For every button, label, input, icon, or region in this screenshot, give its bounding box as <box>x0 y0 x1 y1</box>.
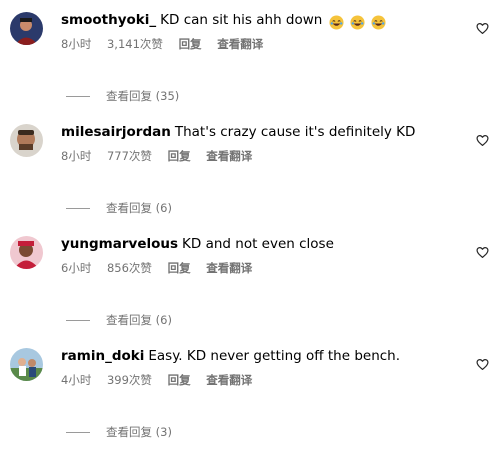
comment-text-line: yungmarvelous KD and not even close <box>61 234 334 254</box>
comment-item: ramin_doki Easy. KD never getting off the… <box>0 344 500 456</box>
view-replies-label: 查看回复 (35) <box>106 89 180 103</box>
translate-button[interactable]: 查看翻译 <box>206 261 252 275</box>
like-count[interactable]: 777次赞 <box>107 149 152 163</box>
comment-meta: 6小时 856次赞 回复 查看翻译 <box>61 260 264 276</box>
heart-icon[interactable] <box>476 358 489 371</box>
heart-icon[interactable] <box>476 22 489 35</box>
translate-button[interactable]: 查看翻译 <box>206 149 252 163</box>
view-replies-button[interactable]: 查看回复 (3) <box>66 424 172 440</box>
comment-body: KD can sit his ahh down <box>160 12 323 28</box>
username[interactable]: milesairjordan <box>61 124 171 140</box>
translate-button[interactable]: 查看翻译 <box>217 37 263 51</box>
username[interactable]: ramin_doki <box>61 348 144 364</box>
reply-button[interactable]: 回复 <box>179 37 202 51</box>
replies-divider <box>66 320 90 321</box>
emoji-group <box>329 12 389 32</box>
comment-text-line: milesairjordan That's crazy cause it's de… <box>61 122 415 142</box>
replies-divider <box>66 432 90 433</box>
comment-body: That's crazy cause it's definitely KD <box>174 124 416 140</box>
reply-button[interactable]: 回复 <box>168 373 191 387</box>
replies-divider <box>66 208 90 209</box>
comment-time: 4小时 <box>61 373 92 387</box>
comment-time: 6小时 <box>61 261 92 275</box>
comment-body: Easy. KD never getting off the bench. <box>148 348 401 364</box>
like-count[interactable]: 399次赞 <box>107 373 152 387</box>
view-replies-button[interactable]: 查看回复 (6) <box>66 200 172 216</box>
comment-meta: 4小时 399次赞 回复 查看翻译 <box>61 372 264 388</box>
reply-button[interactable]: 回复 <box>168 261 191 275</box>
heart-icon[interactable] <box>476 134 489 147</box>
comment-meta: 8小时 3,141次赞 回复 查看翻译 <box>61 36 275 52</box>
comment-item: milesairjordan That's crazy cause it's de… <box>0 120 500 232</box>
rolling-laughing-emoji <box>350 14 365 30</box>
like-count[interactable]: 856次赞 <box>107 261 152 275</box>
comment-body: KD and not even close <box>182 236 334 252</box>
avatar[interactable] <box>10 12 43 45</box>
replies-divider <box>66 96 90 97</box>
view-replies-button[interactable]: 查看回复 (6) <box>66 312 172 328</box>
username[interactable]: smoothyoki_ <box>61 12 156 28</box>
heart-icon[interactable] <box>476 246 489 259</box>
avatar[interactable] <box>10 236 43 269</box>
comment-item: yungmarvelous KD and not even close 6小时 8… <box>0 232 500 344</box>
view-replies-label: 查看回复 (6) <box>106 313 172 327</box>
rolling-laughing-emoji <box>329 14 344 30</box>
view-replies-label: 查看回复 (6) <box>106 201 172 215</box>
username[interactable]: yungmarvelous <box>61 236 178 252</box>
comment-time: 8小时 <box>61 37 92 51</box>
avatar[interactable] <box>10 348 43 381</box>
reply-button[interactable]: 回复 <box>168 149 191 163</box>
comment-text-line: ramin_doki Easy. KD never getting off the… <box>61 346 400 366</box>
comment-time: 8小时 <box>61 149 92 163</box>
avatar[interactable] <box>10 124 43 157</box>
comment-text-line: smoothyoki_ KD can sit his ahh down <box>61 10 388 32</box>
view-replies-label: 查看回复 (3) <box>106 425 172 439</box>
view-replies-button[interactable]: 查看回复 (35) <box>66 88 179 104</box>
comment-meta: 8小时 777次赞 回复 查看翻译 <box>61 148 264 164</box>
like-count[interactable]: 3,141次赞 <box>107 37 163 51</box>
rolling-laughing-emoji <box>371 14 386 30</box>
comment-item: smoothyoki_ KD can sit his ahh down 8小时 3… <box>0 8 500 120</box>
translate-button[interactable]: 查看翻译 <box>206 373 252 387</box>
